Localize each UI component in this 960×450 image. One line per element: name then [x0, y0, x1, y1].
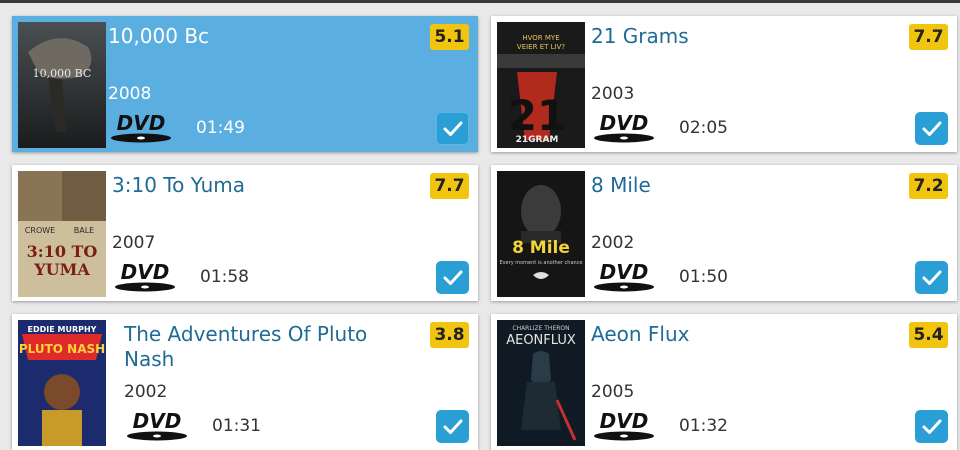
rating-badge: 5.1 — [430, 24, 469, 50]
checkmark-icon[interactable] — [915, 410, 948, 443]
svg-text:8 Mile: 8 Mile — [512, 238, 570, 258]
movie-title[interactable]: Aeon Flux — [591, 322, 893, 347]
svg-text:PLUTO NASH: PLUTO NASH — [19, 342, 105, 356]
dvd-logo-icon: DVD — [108, 112, 174, 144]
svg-text:DVD: DVD — [600, 410, 649, 433]
dvd-logo-icon: DVD — [112, 261, 178, 293]
movie-title[interactable]: 8 Mile — [591, 173, 893, 198]
svg-text:CROWE: CROWE — [25, 226, 55, 235]
checkmark-icon[interactable] — [436, 112, 469, 145]
dvd-logo-icon: DVD — [591, 261, 657, 293]
movie-runtime: 01:58 — [200, 267, 249, 287]
movie-title[interactable]: 3:10 To Yuma — [112, 173, 414, 198]
movie-poster: CHARLIZE THERON AEONFLUX — [497, 320, 585, 446]
svg-text:21GRAM: 21GRAM — [516, 135, 559, 145]
rating-badge: 7.2 — [909, 173, 948, 199]
svg-text:DVD: DVD — [117, 112, 166, 135]
dvd-logo-icon: DVD — [591, 112, 657, 144]
checkmark-icon[interactable] — [436, 410, 469, 443]
svg-text:YUMA: YUMA — [33, 260, 90, 279]
movie-poster: 8 Mile Every moment is another chance — [497, 171, 585, 297]
movie-runtime: 01:31 — [212, 416, 261, 436]
movie-poster: HVOR MYE VEIER ET LIV? 21 21GRAM — [497, 22, 585, 148]
movie-card[interactable]: 8 Mile Every moment is another chance 8 … — [491, 165, 957, 301]
rating-badge: 7.7 — [909, 24, 948, 50]
movie-runtime: 02:05 — [679, 118, 728, 138]
dvd-logo-icon: DVD — [591, 410, 657, 442]
movie-card[interactable]: HVOR MYE VEIER ET LIV? 21 21GRAM 21 Gram… — [491, 16, 957, 152]
checkmark-icon[interactable] — [915, 261, 948, 294]
svg-text:Every moment is another chance: Every moment is another chance — [499, 260, 582, 266]
svg-text:HVOR MYE: HVOR MYE — [522, 34, 559, 42]
svg-text:DVD: DVD — [600, 112, 649, 135]
rating-badge: 5.4 — [909, 322, 948, 348]
movie-runtime: 01:50 — [679, 267, 728, 287]
movie-year: 2003 — [591, 84, 635, 104]
svg-text:DVD: DVD — [133, 410, 182, 433]
checkmark-icon[interactable] — [915, 112, 948, 145]
movie-title[interactable]: The Adventures Of Pluto Nash — [124, 322, 414, 372]
dvd-logo-icon: DVD — [124, 410, 190, 442]
svg-text:CHARLIZE THERON: CHARLIZE THERON — [512, 325, 569, 332]
svg-text:3:10 TO: 3:10 TO — [27, 242, 98, 261]
svg-text:21: 21 — [508, 91, 566, 140]
movie-year: 2002 — [124, 382, 168, 402]
svg-text:DVD: DVD — [600, 261, 649, 284]
rating-badge: 3.8 — [430, 322, 469, 348]
movie-card[interactable]: 10,000 BC 10,000 Bc 2008 DVD 01:49 5.1 — [12, 16, 478, 152]
movie-runtime: 01:49 — [196, 118, 245, 138]
movie-grid: 10,000 BC 10,000 Bc 2008 DVD 01:49 5.1 H… — [0, 0, 960, 450]
svg-text:BALE: BALE — [74, 226, 94, 235]
rating-badge: 7.7 — [430, 173, 469, 199]
svg-text:EDDIE MURPHY: EDDIE MURPHY — [28, 325, 97, 334]
movie-poster: CROWE BALE 3:10 TO YUMA — [18, 171, 106, 297]
movie-year: 2002 — [591, 233, 635, 253]
movie-card[interactable]: CHARLIZE THERON AEONFLUX Aeon Flux 2005 … — [491, 314, 957, 450]
movie-title[interactable]: 21 Grams — [591, 24, 893, 49]
movie-year: 2007 — [112, 233, 156, 253]
svg-text:DVD: DVD — [121, 261, 170, 284]
movie-year: 2005 — [591, 382, 635, 402]
checkmark-icon[interactable] — [436, 261, 469, 294]
movie-runtime: 01:32 — [679, 416, 728, 436]
svg-text:VEIER ET LIV?: VEIER ET LIV? — [517, 43, 565, 51]
movie-year: 2008 — [108, 84, 152, 104]
movie-card[interactable]: EDDIE MURPHY PLUTO NASH The Adventures O… — [12, 314, 478, 450]
movie-card[interactable]: CROWE BALE 3:10 TO YUMA 3:10 To Yuma 200… — [12, 165, 478, 301]
movie-poster: 10,000 BC — [18, 22, 106, 148]
movie-title[interactable]: 10,000 Bc — [108, 24, 414, 49]
svg-text:AEONFLUX: AEONFLUX — [506, 333, 576, 348]
svg-text:10,000 BC: 10,000 BC — [33, 67, 92, 80]
movie-poster: EDDIE MURPHY PLUTO NASH — [18, 320, 106, 446]
